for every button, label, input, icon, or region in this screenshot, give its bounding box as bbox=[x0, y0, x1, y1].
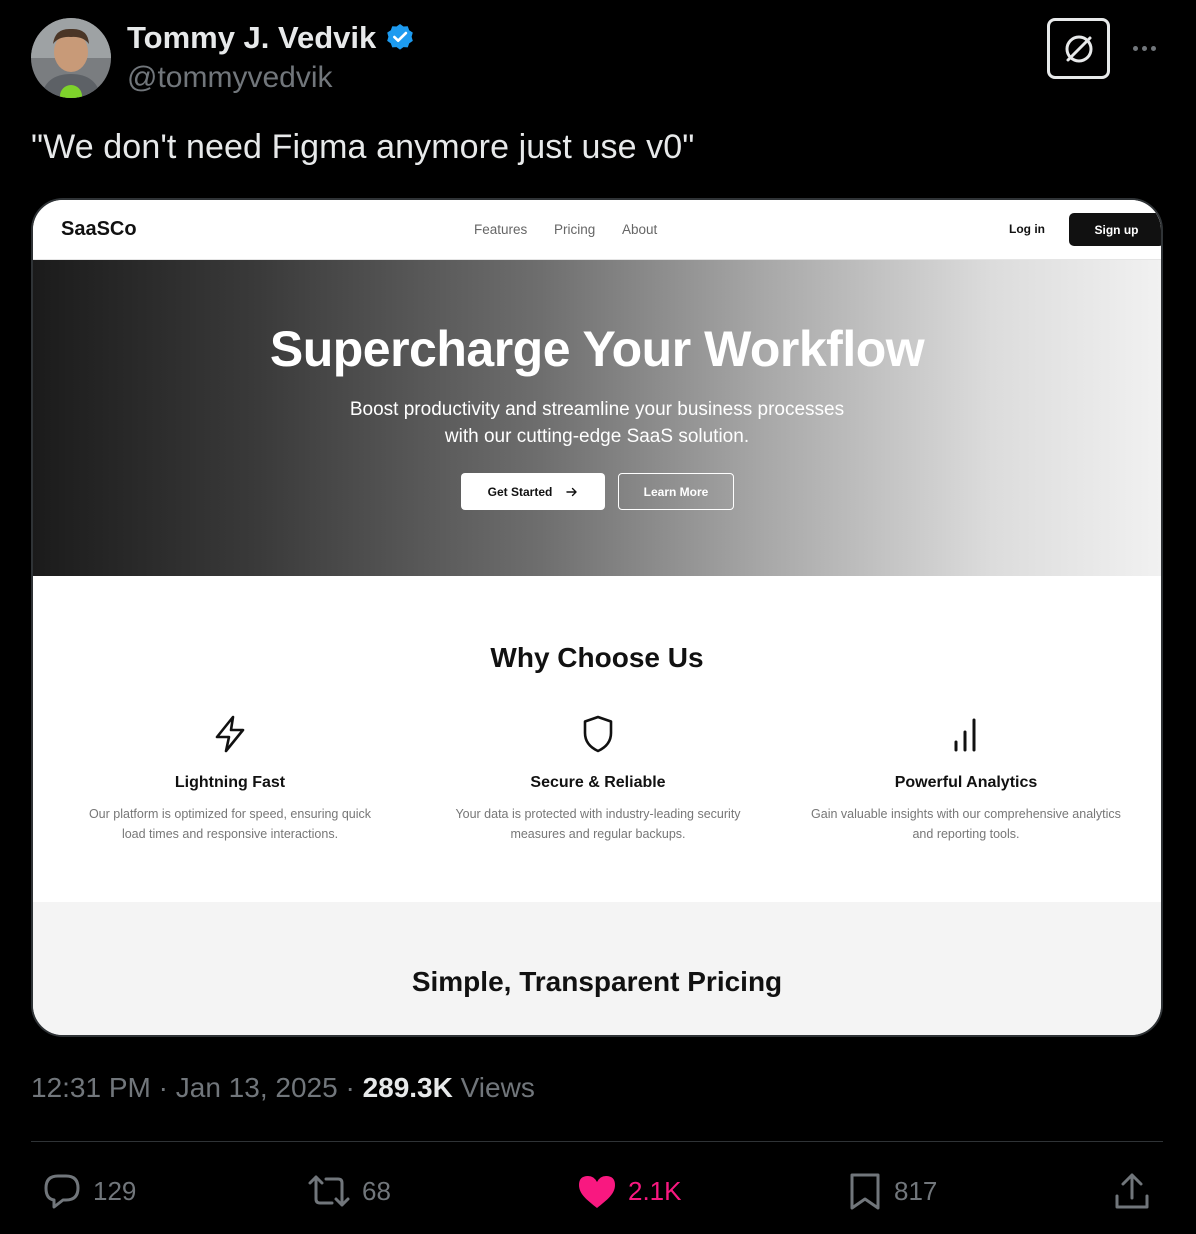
author-name[interactable]: Tommy J. Vedvik bbox=[127, 20, 416, 56]
feature-card: Powerful Analytics Gain valuable insight… bbox=[788, 714, 1144, 844]
feature-description: Gain valuable insights with our comprehe… bbox=[788, 804, 1144, 844]
share-icon bbox=[1115, 1173, 1149, 1209]
lightning-icon bbox=[215, 715, 245, 753]
like-button[interactable]: 2.1K bbox=[576, 1168, 682, 1214]
repost-count: 68 bbox=[362, 1175, 391, 1206]
tweet-date[interactable]: Jan 13, 2025 bbox=[176, 1072, 338, 1103]
divider bbox=[31, 1141, 1163, 1142]
hero-section: Supercharge Your Workflow Boost producti… bbox=[33, 260, 1161, 576]
hero-subtitle: Boost productivity and streamline your b… bbox=[33, 396, 1161, 450]
feature-description-line: load times and responsive interactions. bbox=[121, 827, 339, 841]
views-count: 289.3K bbox=[362, 1072, 453, 1103]
author-avatar[interactable] bbox=[31, 18, 111, 98]
more-options-icon[interactable] bbox=[1126, 30, 1162, 66]
meta-separator: · bbox=[345, 1072, 363, 1103]
bookmark-icon bbox=[850, 1173, 880, 1210]
arrow-right-icon bbox=[566, 487, 578, 496]
feature-description-line: Gain valuable insights with our comprehe… bbox=[811, 807, 1121, 821]
feature-title: Powerful Analytics bbox=[894, 774, 1038, 791]
nav-link-about[interactable]: About bbox=[622, 222, 657, 237]
meta-separator: · bbox=[158, 1072, 176, 1103]
author-name-text[interactable]: Tommy J. Vedvik bbox=[127, 20, 376, 56]
pricing-section: Simple, Transparent Pricing bbox=[33, 902, 1161, 1035]
get-started-label: Get Started bbox=[487, 484, 553, 499]
grok-icon bbox=[1065, 35, 1092, 62]
site-navbar: SaaSCo Features Pricing About Log in Sig… bbox=[33, 200, 1161, 260]
feature-title: Lightning Fast bbox=[174, 774, 286, 791]
pricing-title: Simple, Transparent Pricing bbox=[411, 966, 783, 997]
reply-icon bbox=[44, 1174, 80, 1209]
hero-subtitle-line-2: with our cutting-edge SaaS solution. bbox=[444, 426, 750, 447]
share-button[interactable] bbox=[1112, 1168, 1152, 1214]
feature-description-line: measures and regular backups. bbox=[510, 827, 686, 841]
reply-count: 129 bbox=[93, 1175, 137, 1206]
tweet-text: "We don't need Figma anymore just use v0… bbox=[31, 128, 695, 166]
feature-description: Your data is protected with industry-lea… bbox=[420, 804, 776, 844]
feature-description-line: Our platform is optimized for speed, ens… bbox=[88, 807, 372, 821]
site-logo[interactable]: SaaSCo bbox=[61, 218, 137, 241]
feature-card: Lightning Fast Our platform is optimized… bbox=[52, 714, 408, 844]
feature-description: Our platform is optimized for speed, ens… bbox=[52, 804, 408, 844]
bar-chart-icon bbox=[954, 718, 976, 752]
learn-more-button[interactable]: Learn More bbox=[618, 473, 734, 510]
signup-button[interactable]: Sign up bbox=[1069, 213, 1161, 246]
hero-subtitle-line-1: Boost productivity and streamline your b… bbox=[349, 399, 845, 420]
bookmark-button[interactable]: 817 bbox=[846, 1168, 937, 1214]
hero-title: Supercharge Your Workflow bbox=[269, 321, 925, 377]
feature-description-line: and reporting tools. bbox=[912, 827, 1020, 841]
reply-button[interactable]: 129 bbox=[41, 1168, 136, 1214]
feature-card: Secure & Reliable Your data is protected… bbox=[420, 714, 776, 844]
tweet-media-image[interactable]: SaaSCo Features Pricing About Log in Sig… bbox=[31, 198, 1163, 1037]
feature-title: Secure & Reliable bbox=[530, 774, 666, 791]
heart-filled-icon bbox=[579, 1176, 615, 1208]
tweet-meta: 12:31 PM · Jan 13, 2025 · 289.3K Views bbox=[31, 1072, 535, 1104]
author-handle[interactable]: @tommyvedvik bbox=[127, 61, 333, 95]
nav-link-pricing[interactable]: Pricing bbox=[554, 222, 595, 237]
get-started-button[interactable]: Get Started bbox=[461, 473, 605, 510]
like-count: 2.1K bbox=[628, 1175, 682, 1206]
shield-icon bbox=[583, 715, 613, 753]
verified-badge-icon bbox=[384, 22, 416, 54]
nav-link-features[interactable]: Features bbox=[474, 222, 527, 237]
features-section: Why Choose Us Lightning Fast Our platfor… bbox=[33, 576, 1161, 902]
repost-button[interactable]: 68 bbox=[306, 1168, 391, 1214]
views-label: Views bbox=[460, 1072, 535, 1103]
grok-button[interactable] bbox=[1047, 18, 1110, 79]
tweet-time[interactable]: 12:31 PM bbox=[31, 1072, 151, 1103]
repost-icon bbox=[308, 1175, 350, 1207]
feature-description-line: Your data is protected with industry-lea… bbox=[455, 807, 741, 821]
bookmark-count: 817 bbox=[894, 1175, 938, 1206]
features-title: Why Choose Us bbox=[490, 642, 704, 673]
login-link[interactable]: Log in bbox=[1009, 222, 1045, 236]
